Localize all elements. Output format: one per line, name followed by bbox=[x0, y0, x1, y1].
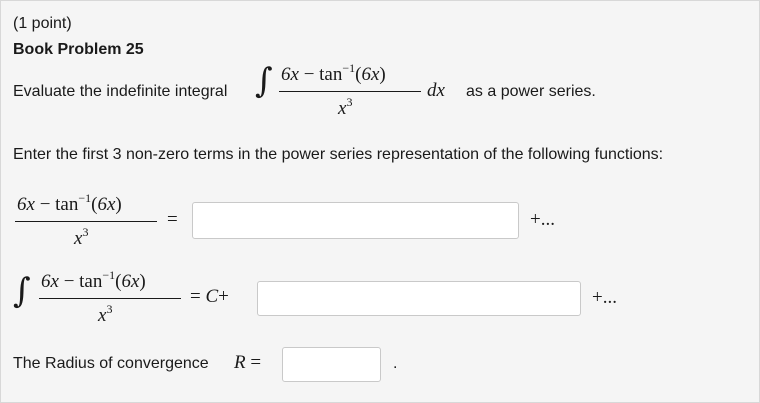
radius-answer-input[interactable] bbox=[282, 347, 381, 382]
evaluate-prefix: Evaluate the indefinite integral bbox=[13, 83, 228, 100]
series-continuation-1: +... bbox=[530, 209, 555, 230]
integral-answer-field[interactable] bbox=[258, 282, 580, 315]
constant-prefix: = C+ bbox=[190, 286, 229, 307]
radius-period: . bbox=[393, 355, 398, 372]
radius-answer-field[interactable] bbox=[283, 348, 380, 381]
points-label: (1 point) bbox=[13, 15, 72, 32]
equals-sign: = bbox=[167, 209, 178, 230]
integral-sign: ∫ bbox=[255, 61, 273, 101]
dx-symbol: dx bbox=[427, 80, 445, 101]
integral-answer-input[interactable] bbox=[257, 281, 581, 316]
instruction-text: Enter the first 3 non-zero terms in the … bbox=[13, 146, 664, 163]
evaluate-suffix: as a power series. bbox=[466, 83, 596, 100]
series-answer-field[interactable] bbox=[193, 203, 518, 238]
series-answer-input[interactable] bbox=[192, 202, 519, 239]
radius-label: The Radius of convergence bbox=[13, 355, 209, 372]
series-continuation-2: +... bbox=[592, 287, 617, 308]
problem-title: Book Problem 25 bbox=[13, 41, 144, 58]
integral-sign-2: ∫ bbox=[13, 271, 31, 311]
problem-panel: (1 point) Book Problem 25 Evaluate the i… bbox=[0, 0, 760, 403]
radius-variable: R = bbox=[234, 352, 262, 373]
